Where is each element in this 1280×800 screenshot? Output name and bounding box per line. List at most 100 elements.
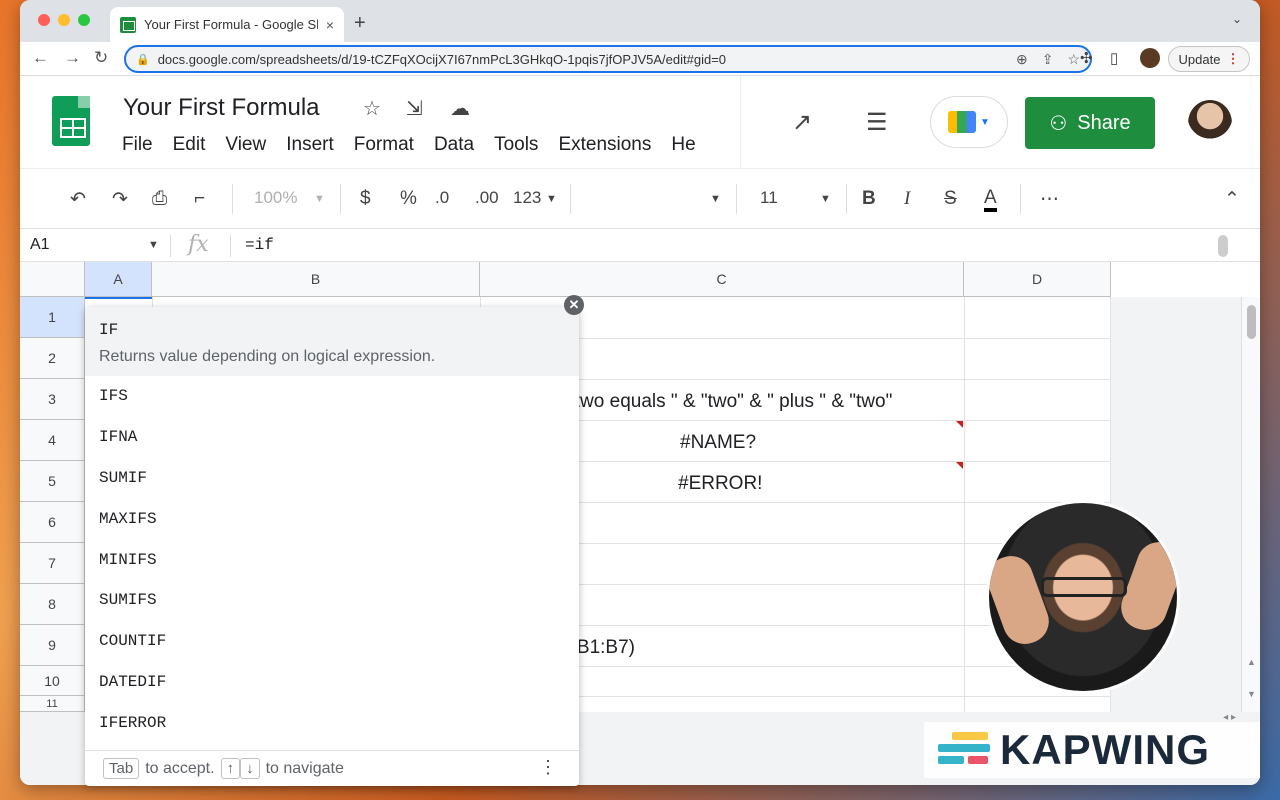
address-bar[interactable]: 🔒 docs.google.com/spreadsheets/d/19-tCZF… bbox=[124, 45, 1092, 73]
menu-extensions[interactable]: Extensions bbox=[558, 134, 651, 156]
star-icon[interactable]: ☆ bbox=[363, 96, 381, 121]
row-header-10[interactable]: 10 bbox=[20, 666, 85, 696]
row-header-11[interactable]: 11 bbox=[20, 696, 85, 712]
row-header-2[interactable]: 2 bbox=[20, 338, 85, 379]
share-page-icon[interactable]: ⇪ bbox=[1042, 51, 1054, 68]
zoom-dropdown-icon[interactable]: ▼ bbox=[314, 193, 325, 205]
autocomplete-item[interactable]: SUMIF bbox=[85, 458, 579, 499]
formula-input[interactable]: =if bbox=[245, 236, 274, 254]
menu-edit[interactable]: Edit bbox=[173, 134, 206, 156]
row-header-5[interactable]: 5 bbox=[20, 461, 85, 502]
more-formats-dropdown-icon[interactable]: ▼ bbox=[546, 193, 557, 205]
update-button[interactable]: Update ⋮ bbox=[1168, 46, 1250, 72]
move-folder-icon[interactable]: ⇲ bbox=[406, 96, 423, 121]
new-tab-button[interactable]: + bbox=[354, 12, 366, 35]
row-header-8[interactable]: 8 bbox=[20, 584, 85, 625]
maximize-window-button[interactable] bbox=[78, 14, 90, 26]
active-cell-a1[interactable] bbox=[85, 297, 152, 299]
tab-close-icon[interactable]: × bbox=[326, 17, 334, 33]
zoom-icon[interactable]: ⊕ bbox=[1016, 51, 1028, 68]
forward-arrow-icon[interactable]: → bbox=[64, 48, 81, 68]
redo-icon[interactable]: ↷ bbox=[112, 188, 128, 211]
column-header-d[interactable]: D bbox=[964, 262, 1111, 297]
formula-expand-handle[interactable] bbox=[1218, 235, 1228, 257]
column-header-b[interactable]: B bbox=[152, 262, 480, 297]
sheets-logo-icon[interactable] bbox=[52, 96, 90, 146]
paint-format-icon[interactable]: ⌐ bbox=[194, 188, 205, 210]
autocomplete-item[interactable]: MAXIFS bbox=[85, 498, 579, 539]
tab-search-chevron-icon[interactable]: ⌄ bbox=[1232, 12, 1242, 26]
currency-format-button[interactable]: $ bbox=[360, 188, 371, 210]
autocomplete-item-selected[interactable]: IF Returns value depending on logical ex… bbox=[85, 307, 579, 376]
font-family-dropdown-icon[interactable]: ▼ bbox=[710, 193, 721, 205]
zoom-select[interactable]: 100% bbox=[254, 188, 297, 208]
print-icon[interactable]: ⎙ bbox=[152, 188, 167, 210]
autocomplete-item[interactable]: DATEDIF bbox=[85, 662, 579, 703]
activity-trend-icon[interactable]: ↗ bbox=[792, 108, 812, 137]
autocomplete-item[interactable]: SUMIFS bbox=[85, 580, 579, 621]
undo-icon[interactable]: ↶ bbox=[70, 188, 86, 211]
menu-view[interactable]: View bbox=[225, 134, 266, 156]
profile-avatar[interactable] bbox=[1140, 48, 1160, 68]
name-box-dropdown-icon[interactable]: ▼ bbox=[148, 239, 159, 251]
row-header-1[interactable]: 1 bbox=[20, 297, 85, 338]
menu-tools[interactable]: Tools bbox=[494, 134, 538, 156]
minimize-window-button[interactable] bbox=[58, 14, 70, 26]
row-header-4[interactable]: 4 bbox=[20, 420, 85, 461]
scroll-up-arrow-icon[interactable]: ▲ bbox=[1247, 657, 1256, 667]
browser-tab[interactable]: Your First Formula - Google Sh × bbox=[110, 7, 344, 42]
row-header-6[interactable]: 6 bbox=[20, 502, 85, 543]
menu-format[interactable]: Format bbox=[354, 134, 414, 156]
lock-icon[interactable]: 🔒 bbox=[136, 53, 150, 66]
meet-button[interactable]: ▼ bbox=[930, 96, 1008, 148]
scroll-down-arrow-icon[interactable]: ▼ bbox=[1247, 689, 1256, 699]
decrease-decimal-button[interactable]: .0 bbox=[435, 188, 449, 208]
strikethrough-button[interactable]: S bbox=[944, 188, 957, 210]
autocomplete-more-icon[interactable]: ⋮ bbox=[539, 757, 557, 778]
reload-icon[interactable]: ↻ bbox=[94, 48, 108, 68]
row-header-7[interactable]: 7 bbox=[20, 543, 85, 584]
font-size-dropdown-icon[interactable]: ▼ bbox=[820, 193, 831, 205]
text-color-button[interactable]: A bbox=[984, 188, 997, 212]
cell-c3[interactable]: s two equals " & "two" & " plus " & "two… bbox=[560, 391, 892, 413]
cloud-saved-icon[interactable]: ☁ bbox=[450, 96, 470, 121]
name-box[interactable]: A1 bbox=[30, 236, 50, 254]
column-header-c[interactable]: C bbox=[480, 262, 964, 297]
menu-file[interactable]: File bbox=[122, 134, 153, 156]
autocomplete-item[interactable]: IFNA bbox=[85, 417, 579, 458]
menu-help[interactable]: He bbox=[671, 134, 695, 156]
extensions-puzzle-icon[interactable]: ✣ bbox=[1080, 49, 1093, 67]
url-text[interactable]: docs.google.com/spreadsheets/d/19-tCZFqX… bbox=[158, 52, 1002, 67]
bold-button[interactable]: B bbox=[862, 188, 876, 210]
document-title[interactable]: Your First Formula bbox=[123, 94, 320, 122]
back-arrow-icon[interactable]: ← bbox=[32, 48, 49, 68]
increase-decimal-button[interactable]: .00 bbox=[475, 188, 499, 208]
cell-c4[interactable]: #NAME? bbox=[680, 432, 756, 454]
menu-data[interactable]: Data bbox=[434, 134, 474, 156]
collapse-toolbar-icon[interactable]: ⌃ bbox=[1224, 188, 1240, 211]
more-options-button[interactable]: ⋯ bbox=[1040, 188, 1059, 211]
close-window-button[interactable] bbox=[38, 14, 50, 26]
autocomplete-item[interactable]: IFS bbox=[85, 376, 579, 417]
autocomplete-item[interactable]: COUNTIF bbox=[85, 621, 579, 662]
font-size-select[interactable]: 11 bbox=[760, 188, 778, 208]
side-panel-icon[interactable]: ▯ bbox=[1110, 49, 1118, 67]
comments-icon[interactable]: ☰ bbox=[866, 108, 888, 137]
row-header-3[interactable]: 3 bbox=[20, 379, 85, 420]
row-header-9[interactable]: 9 bbox=[20, 625, 85, 666]
vertical-scrollbar[interactable]: ▲ ▼ bbox=[1241, 297, 1260, 712]
autocomplete-item[interactable]: MINIFS bbox=[85, 539, 579, 580]
scrollbar-thumb[interactable] bbox=[1247, 305, 1256, 339]
menu-insert[interactable]: Insert bbox=[286, 134, 334, 156]
more-formats-button[interactable]: 123 bbox=[513, 188, 541, 208]
column-header-a[interactable]: A bbox=[85, 262, 152, 297]
percent-format-button[interactable]: % bbox=[400, 188, 417, 210]
cell-c5[interactable]: #ERROR! bbox=[678, 473, 762, 495]
autocomplete-item[interactable]: IFERROR bbox=[85, 702, 579, 743]
autocomplete-close-button[interactable]: ✕ bbox=[564, 295, 584, 315]
bookmark-star-icon[interactable]: ☆ bbox=[1067, 51, 1080, 68]
share-button[interactable]: ⚇ Share bbox=[1025, 97, 1155, 149]
italic-button[interactable]: I bbox=[904, 188, 910, 210]
select-all-corner[interactable] bbox=[20, 262, 85, 297]
account-avatar[interactable] bbox=[1188, 100, 1232, 146]
